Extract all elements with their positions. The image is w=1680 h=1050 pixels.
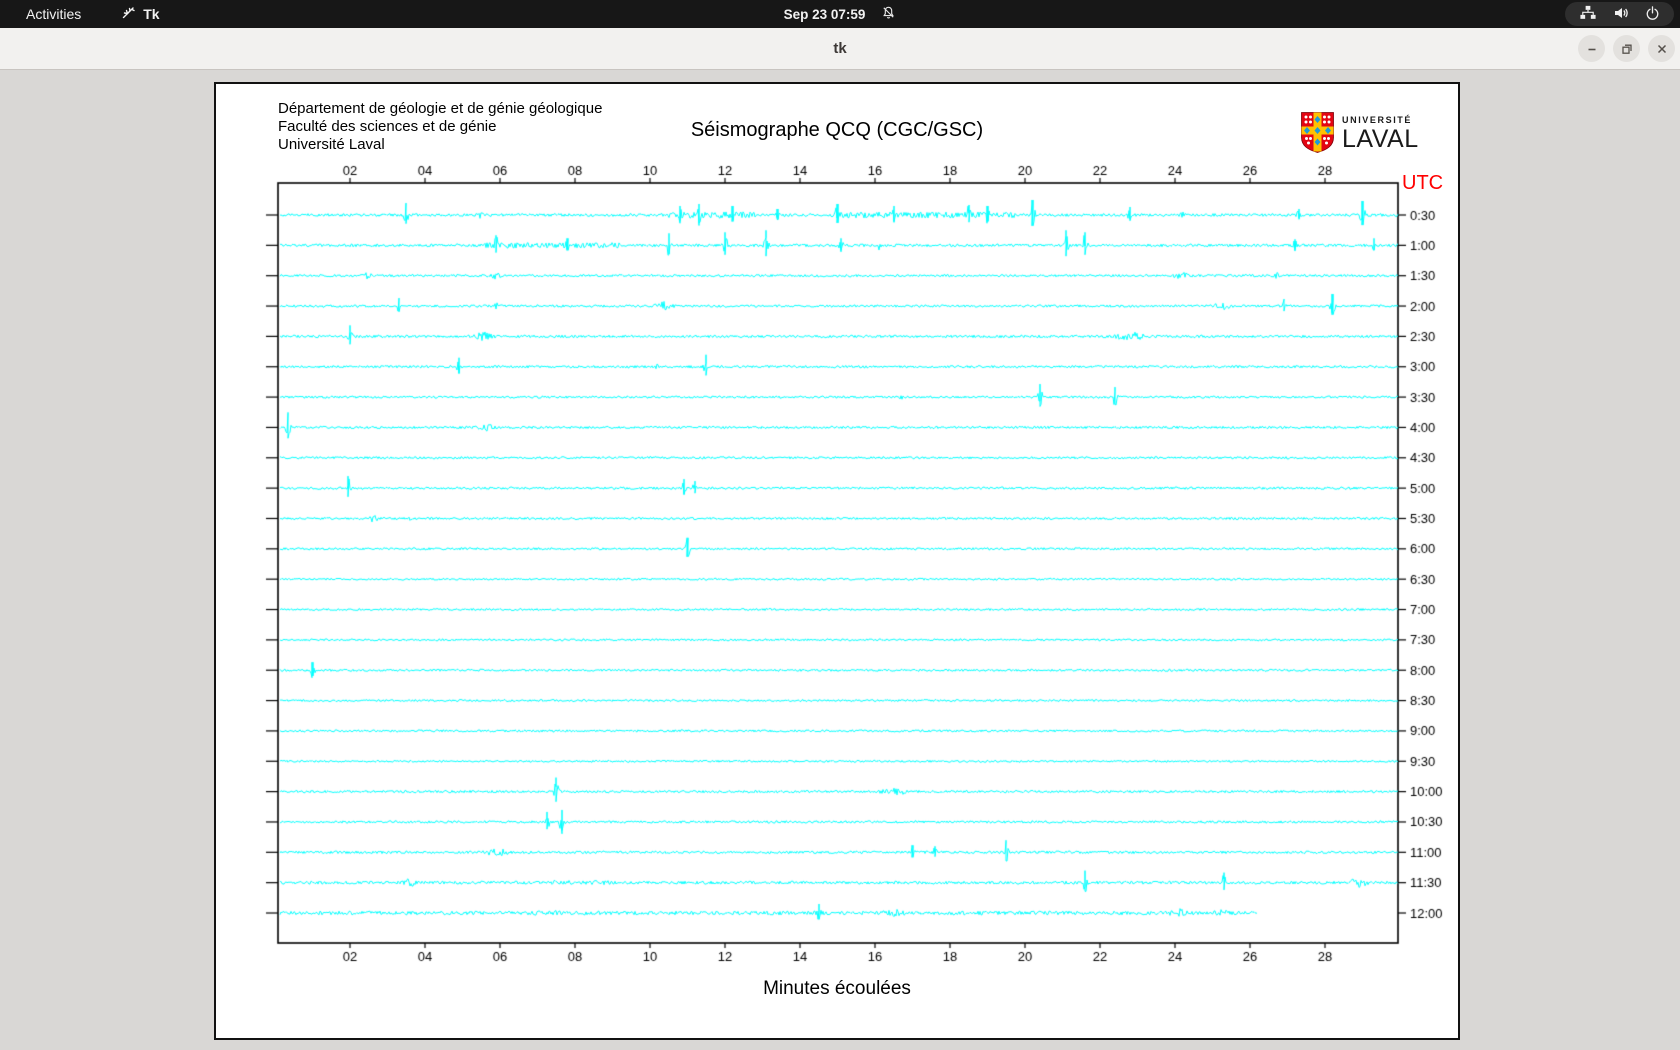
tk-icon	[121, 5, 136, 23]
system-tray[interactable]	[1565, 2, 1674, 26]
clock-label[interactable]: Sep 23 07:59	[784, 7, 866, 22]
window-title: tk	[833, 40, 847, 57]
maximize-icon	[1621, 44, 1632, 54]
minimize-icon	[1588, 48, 1595, 50]
close-button[interactable]	[1648, 35, 1675, 62]
notifications-disabled-icon	[881, 5, 896, 23]
seismograph-panel: Département de géologie et de génie géol…	[214, 82, 1460, 1040]
close-icon	[1657, 44, 1666, 53]
x-axis-label: Minutes écoulées	[763, 978, 911, 999]
app-label: Tk	[143, 6, 160, 22]
desktop: Activities Tk Sep 23 07:59 tk Minutes éc…	[0, 0, 1680, 1050]
minimize-button[interactable]	[1578, 35, 1605, 62]
activities-button[interactable]: Activities	[18, 4, 89, 24]
network-icon	[1579, 4, 1597, 24]
seismograph-plot	[216, 84, 1458, 1038]
volume-icon	[1613, 5, 1629, 24]
window-titlebar[interactable]: tk	[0, 28, 1680, 70]
tk-app-indicator[interactable]: Tk	[121, 5, 160, 23]
power-icon	[1645, 5, 1660, 24]
top-bar: Activities Tk Sep 23 07:59	[0, 0, 1680, 28]
maximize-button[interactable]	[1613, 35, 1640, 62]
